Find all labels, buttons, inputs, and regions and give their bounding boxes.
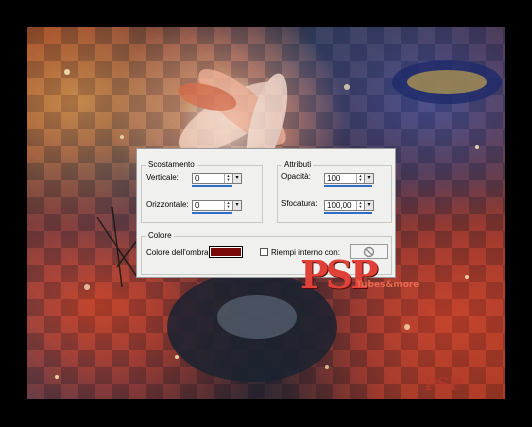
color-group-title: Colore	[146, 231, 174, 240]
spin-arrows-icon[interactable]: ▲ ▼	[356, 201, 364, 210]
blur-spinbox[interactable]: 100,00 ▲ ▼ ▾	[324, 200, 374, 211]
opacity-slider[interactable]	[324, 185, 372, 187]
psp-logo-tag: Tubes&more	[356, 280, 420, 290]
blur-slider[interactable]	[324, 212, 372, 214]
spin-arrows-icon[interactable]: ▲ ▼	[224, 201, 232, 210]
shadow-color-swatch[interactable]	[209, 246, 243, 258]
fill-inside-checkbox[interactable]	[260, 248, 268, 256]
horizontal-label: Orizzontale:	[146, 200, 189, 209]
spin-arrows-icon[interactable]: ▲ ▼	[224, 174, 232, 183]
chevron-down-icon[interactable]: ▾	[364, 174, 373, 183]
opacity-spinbox[interactable]: 100 ▲ ▼ ▾	[324, 173, 374, 184]
shadow-color-label: Colore dell'ombra:	[146, 248, 211, 257]
chevron-down-icon[interactable]: ▾	[232, 201, 241, 210]
psp-corner-watermark: PSP	[424, 374, 462, 395]
psp-logo: PSP Tubes&more	[300, 252, 419, 297]
screenshot-canvas: Scostamento Verticale: 0 ▲ ▼ ▾ Orizzontal…	[0, 0, 532, 427]
blur-label: Sfocatura:	[281, 199, 318, 208]
attributes-group-title: Attributi	[282, 160, 314, 169]
vertical-slider[interactable]	[192, 185, 232, 187]
horizontal-slider[interactable]	[192, 212, 232, 214]
chevron-down-icon[interactable]: ▾	[232, 174, 241, 183]
psp-logo-text: PSP	[300, 252, 379, 297]
offset-group-title: Scostamento	[146, 160, 197, 169]
spin-arrows-icon[interactable]: ▲ ▼	[356, 174, 364, 183]
chevron-down-icon[interactable]: ▾	[364, 201, 373, 210]
vertical-spinbox[interactable]: 0 ▲ ▼ ▾	[192, 173, 242, 184]
opacity-label: Opacità:	[281, 172, 311, 181]
horizontal-spinbox[interactable]: 0 ▲ ▼ ▾	[192, 200, 242, 211]
vertical-label: Verticale:	[146, 173, 179, 182]
